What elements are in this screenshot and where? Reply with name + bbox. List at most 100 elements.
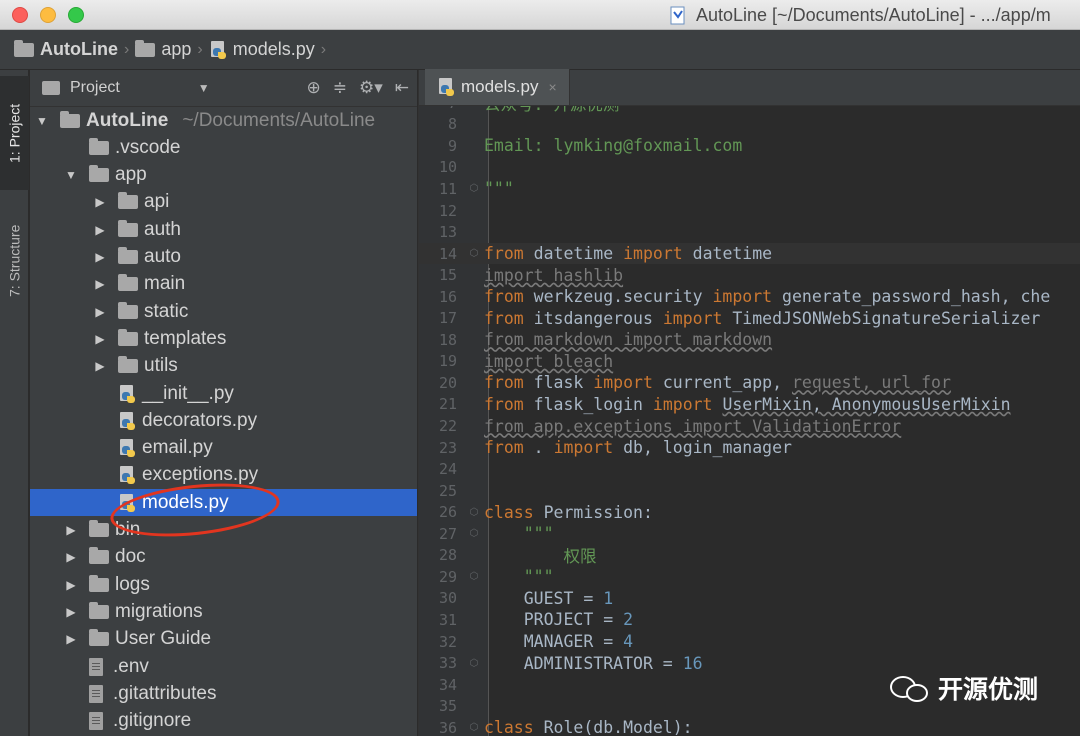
folder-icon [118,328,138,346]
code-line[interactable]: 8 [419,114,1080,136]
zoom-window-button[interactable] [68,7,84,23]
code-line[interactable]: 20 from flask import current_app, request… [419,372,1080,394]
tree-file[interactable]: email.py [30,435,417,462]
code-line[interactable]: 17 from itsdangerous import TimedJSONWebS… [419,308,1080,330]
folder-icon [89,547,109,565]
fold-icon[interactable]: ⬡ [467,722,481,733]
chevron-down-icon[interactable]: ▼ [198,81,210,95]
code-line[interactable]: 13 [419,221,1080,243]
chevron-down-icon[interactable]: ▼ [32,114,52,128]
minimize-window-button[interactable] [40,7,56,23]
chevron-right-icon[interactable]: ▶ [61,632,81,646]
breadcrumb-project[interactable]: AutoLine [14,39,118,60]
target-icon[interactable]: ⊕ [306,78,320,98]
chevron-right-icon[interactable]: ▶ [61,605,81,619]
tree-item-label: models.py [142,491,229,513]
code-line[interactable]: 32 MANAGER = 4 [419,631,1080,653]
tree-folder[interactable]: ▶ utils [30,353,417,380]
chevron-right-icon[interactable]: ▶ [90,250,110,264]
code-editor[interactable]: 7公众号: 开源优测8 9 Email: lymking@foxmail.com 10… [419,106,1080,736]
code-line[interactable]: 11 ⬡ """ [419,178,1080,200]
code-line[interactable]: 22 from app.exceptions import ValidationE… [419,415,1080,437]
fold-icon[interactable]: ⬡ [467,248,481,259]
chevron-right-icon[interactable]: ▶ [61,578,81,592]
code-line[interactable]: 24 [419,458,1080,480]
breadcrumb-app[interactable]: app [135,39,191,60]
chevron-right-icon[interactable]: ▶ [90,277,110,291]
chevron-right-icon[interactable]: ▶ [90,359,110,373]
chevron-right-icon[interactable]: ▶ [61,550,81,564]
collapse-icon[interactable]: ≑ [333,78,347,98]
tree-folder[interactable]: ▶ auto [30,244,417,271]
tool-tab-project[interactable]: 1: Project [0,76,29,190]
tree-folder[interactable]: ▶ api [30,189,417,216]
code-line[interactable]: 36 ⬡ class Role(db.Model): [419,717,1080,736]
tree-root-path: ~/Documents/AutoLine [182,109,376,131]
code-line[interactable]: 21 from flask_login import UserMixin, Ano… [419,394,1080,416]
close-window-button[interactable] [12,7,28,23]
code-line[interactable]: 19 import bleach [419,351,1080,373]
code-line[interactable]: 26 ⬡ class Permission: [419,501,1080,523]
tree-folder[interactable]: ▶ bin [30,517,417,544]
code-line[interactable]: 27 ⬡ """ [419,523,1080,545]
code-line[interactable]: 25 [419,480,1080,502]
tree-file[interactable]: .env [30,653,417,680]
tree-file[interactable]: .gitattributes [30,680,417,707]
fold-icon[interactable]: ⬡ [467,658,481,669]
code-line[interactable]: 31 PROJECT = 2 [419,609,1080,631]
line-number: 23 [438,438,457,457]
fold-icon[interactable]: ⬡ [467,507,481,518]
tree-item-label: logs [115,573,150,595]
chevron-right-icon[interactable]: ▶ [61,523,81,537]
window-title-text: AutoLine [~/Documents/AutoLine] - .../ap… [696,5,1051,25]
code-line[interactable]: 9 Email: lymking@foxmail.com [419,135,1080,157]
fold-icon[interactable]: ⬡ [467,571,481,582]
tree-file[interactable]: decorators.py [30,407,417,434]
tree-folder[interactable]: ▶ logs [30,571,417,598]
tree-item-label: decorators.py [142,409,258,431]
fold-icon[interactable]: ⬡ [467,183,481,194]
code-line[interactable]: 29 ⬡ """ [419,566,1080,588]
tree-folder[interactable]: ▶ main [30,271,417,298]
tree-file[interactable]: __init__.py [30,380,417,407]
code-line[interactable]: 30 GUEST = 1 [419,588,1080,610]
code-line[interactable]: 7公众号: 开源优测 [419,106,1080,114]
project-view-selector[interactable]: Project [70,79,120,97]
chevron-right-icon[interactable]: ▶ [90,195,110,209]
code-line[interactable]: 28 权限 [419,545,1080,566]
tree-file[interactable]: models.py [30,489,417,517]
code-line[interactable]: 23 from . import db, login_manager [419,437,1080,459]
chevron-right-icon[interactable]: ▶ [90,332,110,346]
line-number: 10 [438,158,457,177]
code-text: import hashlib [484,265,624,285]
chevron-right-icon[interactable]: ▶ [90,305,110,319]
hide-icon[interactable]: ⇤ [395,78,409,98]
tree-folder[interactable]: ▶ static [30,298,417,325]
tree-folder[interactable]: ▶ User Guide [30,626,417,653]
fold-icon[interactable]: ⬡ [467,528,481,539]
code-line[interactable]: 15 import hashlib [419,264,1080,286]
chevron-right-icon[interactable]: ▶ [90,223,110,237]
tree-root[interactable]: ▼ AutoLine ~/Documents/AutoLine [30,107,417,134]
code-text: from itsdangerous import TimedJSONWebSig… [484,308,1041,328]
code-line[interactable]: 16 from werkzeug.security import generate… [419,286,1080,308]
chevron-down-icon[interactable]: ▼ [61,168,81,182]
code-line[interactable]: 18 from markdown import markdown [419,329,1080,351]
gear-icon[interactable]: ⚙▾ [359,78,383,98]
tree-file[interactable]: exceptions.py [30,462,417,489]
tree-folder[interactable]: ▶ auth [30,216,417,243]
tree-folder[interactable]: ▼ app [30,162,417,189]
breadcrumb-file[interactable]: models.py [209,39,315,60]
tool-tab-structure[interactable]: 7: Structure [0,202,29,320]
tree-item-label: bin [115,519,141,540]
tree-file[interactable]: .gitignore [30,708,417,735]
tree-folder[interactable]: ▶ templates [30,325,417,352]
code-line[interactable]: 10 [419,157,1080,179]
tree-folder[interactable]: ▶ doc [30,544,417,571]
code-line[interactable]: 14 ⬡ from datetime import datetime [419,242,1080,265]
tree-folder[interactable]: .vscode [30,134,417,161]
code-line[interactable]: 12 [419,200,1080,222]
close-icon[interactable]: × [548,79,556,95]
tree-folder[interactable]: ▶ migrations [30,598,417,625]
tab-models-py[interactable]: models.py × [425,69,570,105]
